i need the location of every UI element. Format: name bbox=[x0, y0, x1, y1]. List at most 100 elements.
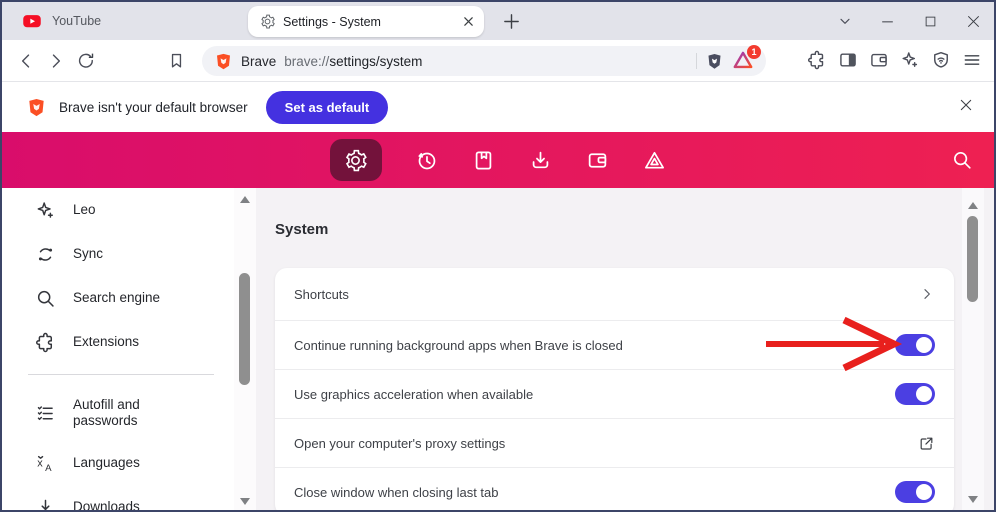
close-window-button[interactable] bbox=[965, 13, 982, 30]
row-label: Shortcuts bbox=[294, 286, 349, 302]
url-scheme: brave:// bbox=[284, 53, 330, 69]
rewards-badge: 1 bbox=[747, 45, 761, 59]
minimize-button[interactable] bbox=[879, 13, 896, 30]
nav-wallet[interactable] bbox=[586, 148, 610, 172]
default-browser-infobar: Brave isn't your default browser Set as … bbox=[2, 82, 994, 132]
downloads-icon bbox=[532, 151, 549, 168]
row-background-apps: Continue running background apps when Br… bbox=[275, 320, 954, 369]
leo-sparkle-icon bbox=[37, 201, 53, 218]
nav-rewards[interactable] bbox=[643, 148, 667, 172]
side-panel-icon[interactable] bbox=[838, 50, 858, 70]
puzzle-icon bbox=[36, 332, 53, 352]
settings-toolbar bbox=[2, 132, 994, 188]
gear-icon bbox=[261, 14, 275, 29]
tab-close-icon[interactable] bbox=[463, 16, 474, 27]
url-text: brave://settings/system bbox=[284, 54, 688, 69]
download-icon bbox=[41, 499, 50, 510]
row-graphics-acceleration: Use graphics acceleration when available bbox=[275, 369, 954, 418]
row-close-window: Close window when closing last tab bbox=[275, 467, 954, 510]
settings-card: Shortcuts Continue running background ap… bbox=[275, 268, 954, 510]
sidebar-divider bbox=[28, 374, 214, 375]
sidebar-item-sync[interactable]: Sync bbox=[2, 232, 234, 276]
address-separator bbox=[696, 53, 697, 69]
vpn-shield-icon[interactable] bbox=[931, 50, 951, 70]
svg-text:x: x bbox=[37, 457, 43, 469]
sidebar-item-label: Autofill and passwords bbox=[73, 396, 140, 428]
bookmark-icon[interactable] bbox=[167, 51, 187, 71]
extensions-puzzle-icon[interactable] bbox=[807, 50, 827, 70]
sidebar-scrollbar[interactable] bbox=[234, 188, 256, 510]
youtube-icon bbox=[23, 15, 41, 28]
sidebar-item-leo[interactable]: Leo bbox=[2, 188, 234, 232]
tab-search-chevron-icon[interactable] bbox=[836, 13, 853, 30]
shields-icon[interactable] bbox=[705, 52, 724, 71]
wallet-icon bbox=[588, 152, 607, 168]
navigation-bar: Brave brave://settings/system 1 bbox=[2, 40, 994, 82]
leo-sparkle-icon[interactable] bbox=[900, 50, 920, 70]
tab-strip: YouTube Settings - System bbox=[2, 2, 994, 40]
main-scrollbar[interactable] bbox=[962, 188, 984, 510]
graphics-acceleration-toggle-on[interactable] bbox=[895, 383, 935, 405]
scrollbar-thumb[interactable] bbox=[239, 273, 250, 385]
window-controls bbox=[836, 2, 982, 40]
brave-lion-icon bbox=[217, 53, 230, 69]
row-proxy-settings[interactable]: Open your computer's proxy settings bbox=[275, 418, 954, 467]
maximize-button[interactable] bbox=[922, 13, 939, 30]
address-bar[interactable]: Brave brave://settings/system 1 bbox=[202, 45, 766, 76]
row-label: Continue running background apps when Br… bbox=[294, 337, 623, 353]
scroll-up-arrow[interactable] bbox=[968, 202, 978, 209]
sidebar-item-label: Downloads bbox=[73, 498, 140, 510]
scroll-up-arrow[interactable] bbox=[240, 196, 250, 203]
row-label: Close window when closing last tab bbox=[294, 484, 499, 500]
sidebar-item-extensions[interactable]: Extensions bbox=[2, 320, 234, 364]
url-path: settings/system bbox=[329, 53, 423, 69]
translate-icon: xA bbox=[37, 455, 52, 473]
browser-window: YouTube Settings - System Brave brave://… bbox=[0, 0, 996, 512]
tab-label: Settings - System bbox=[283, 14, 381, 29]
scroll-down-arrow[interactable] bbox=[968, 496, 978, 503]
background-apps-toggle-on[interactable] bbox=[895, 334, 935, 356]
row-label: Open your computer's proxy settings bbox=[294, 435, 506, 451]
infobar-message: Brave isn't your default browser bbox=[59, 99, 248, 115]
settings-search-icon[interactable] bbox=[951, 149, 973, 171]
forward-button[interactable] bbox=[46, 51, 66, 71]
infobar-close-icon[interactable] bbox=[958, 97, 976, 115]
settings-gear-icon bbox=[345, 149, 367, 171]
sidebar-item-downloads[interactable]: Downloads bbox=[2, 485, 234, 510]
row-label: Use graphics acceleration when available bbox=[294, 386, 534, 402]
sidebar-item-label: Languages bbox=[73, 454, 140, 470]
sidebar-item-autofill[interactable]: Autofill and passwords bbox=[2, 385, 234, 441]
new-tab-button[interactable] bbox=[500, 10, 522, 32]
rewards-triangle-icon bbox=[645, 151, 664, 169]
row-shortcuts[interactable]: Shortcuts bbox=[275, 268, 954, 320]
autofill-list-icon bbox=[37, 405, 53, 420]
search-icon bbox=[37, 290, 54, 307]
nav-bookmarks[interactable] bbox=[472, 148, 496, 172]
back-button[interactable] bbox=[16, 51, 36, 71]
sidebar-item-label: Leo bbox=[73, 201, 96, 217]
tab-youtube[interactable]: YouTube bbox=[10, 2, 113, 40]
nav-downloads[interactable] bbox=[529, 148, 553, 172]
wallet-icon[interactable] bbox=[869, 50, 889, 70]
rewards-button[interactable]: 1 bbox=[732, 45, 761, 73]
nav-settings-active[interactable] bbox=[329, 139, 382, 181]
site-label: Brave bbox=[241, 53, 277, 69]
system-settings-panel: System Shortcuts Continue running backgr… bbox=[256, 188, 994, 510]
nav-history[interactable] bbox=[415, 148, 439, 172]
sidebar-item-label: Sync bbox=[73, 245, 104, 261]
menu-hamburger-icon[interactable] bbox=[962, 50, 982, 70]
chevron-right-icon bbox=[924, 289, 930, 299]
close-window-toggle-on[interactable] bbox=[895, 481, 935, 503]
external-link-icon bbox=[920, 437, 933, 450]
tab-settings-system[interactable]: Settings - System bbox=[248, 6, 484, 37]
sync-icon bbox=[38, 247, 53, 261]
sidebar-item-search-engine[interactable]: Search engine bbox=[2, 276, 234, 320]
scrollbar-thumb[interactable] bbox=[967, 216, 978, 302]
set-as-default-button[interactable]: Set as default bbox=[265, 90, 389, 124]
reload-button[interactable] bbox=[76, 51, 96, 71]
svg-text:A: A bbox=[45, 462, 52, 473]
sidebar-item-label: Search engine bbox=[73, 289, 161, 305]
sidebar-item-languages[interactable]: xA Languages bbox=[2, 441, 234, 485]
scroll-down-arrow[interactable] bbox=[240, 498, 250, 505]
settings-content: Leo Sync Search engine Extensions Autofi… bbox=[2, 188, 994, 510]
